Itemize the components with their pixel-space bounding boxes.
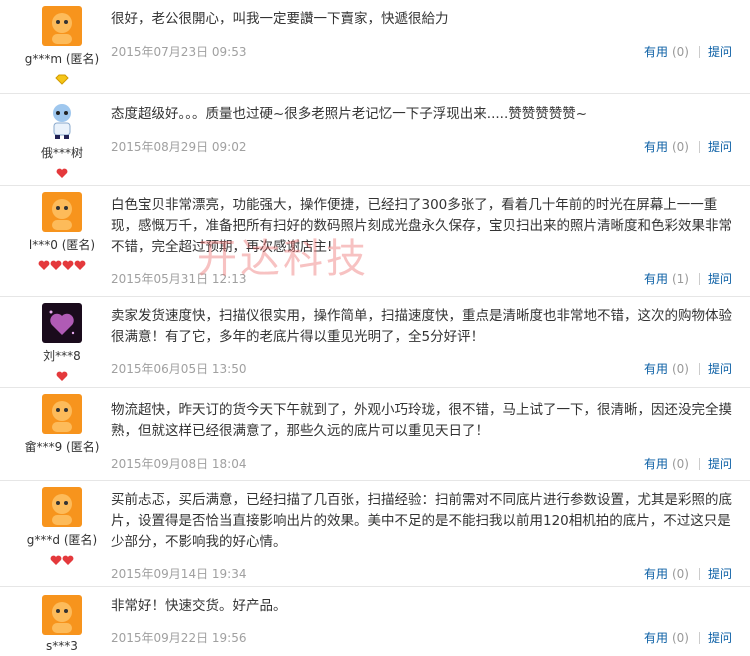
reviewer-info: s***3 (22, 595, 102, 653)
avatar[interactable] (42, 394, 82, 434)
reviewer-info: 俄***树 (22, 100, 102, 178)
buyer-level-badge (22, 551, 102, 565)
useful-button[interactable]: 有用 (1) (644, 272, 689, 286)
ask-question-link[interactable]: 提问 (708, 631, 732, 645)
heart-icon (62, 555, 74, 565)
reviewer-info: 畲***9 (匿名) (22, 394, 102, 455)
avatar[interactable] (42, 192, 82, 232)
review-actions: 有用 (0) 提问 (644, 629, 732, 646)
username[interactable]: 刘***8 (22, 347, 102, 364)
useful-button[interactable]: 有用 (0) (644, 140, 689, 154)
heart-icon (56, 371, 68, 381)
review-actions: 有用 (0) 提问 (644, 43, 732, 60)
useful-button[interactable]: 有用 (0) (644, 457, 689, 471)
useful-count: (1) (671, 272, 689, 286)
useful-count: (0) (671, 567, 689, 581)
review-actions: 有用 (0) 提问 (644, 455, 732, 472)
watermark: 开达科技 (197, 236, 369, 282)
ask-question-link[interactable]: 提问 (708, 45, 732, 59)
review-text: 买前忐忑，买后满意，已经扫描了几百张，扫描经验：扫前需对不同底片进行参数设置，尤… (111, 492, 732, 550)
review-item: s***3 非常好！快速交货。好产品。 2015年09月22日 19:56 有用… (0, 586, 750, 656)
heart-icon (38, 260, 50, 270)
buyer-level-badge (22, 367, 102, 381)
ask-question-link[interactable]: 提问 (708, 457, 732, 471)
useful-count: (0) (671, 140, 689, 154)
review-item: g***m (匿名) 很好，老公很開心，叫我一定要讚一下賣家，快遞很給力 201… (0, 0, 750, 92)
heart-icon (50, 260, 62, 270)
review-date: 2015年08月29日 09:02 (111, 140, 247, 154)
username[interactable]: g***m (匿名) (22, 50, 102, 67)
avatar[interactable] (42, 100, 82, 140)
review-item: 畲***9 (匿名) 物流超快，昨天订的货今天下午就到了，外观小巧玲珑，很不错，… (0, 387, 750, 480)
useful-count: (0) (671, 631, 689, 645)
ask-question-link[interactable]: 提问 (708, 272, 732, 286)
review-actions: 有用 (0) 提问 (644, 138, 732, 155)
diamond-icon (55, 74, 69, 85)
avatar[interactable] (42, 487, 82, 527)
heart-icon (62, 260, 74, 270)
avatar[interactable] (42, 6, 82, 46)
useful-button[interactable]: 有用 (0) (644, 362, 689, 376)
review-actions: 有用 (0) 提问 (644, 360, 732, 377)
username[interactable]: l***0 (匿名) (22, 236, 102, 253)
reviewer-info: g***d (匿名) (22, 487, 102, 565)
useful-count: (0) (671, 362, 689, 376)
reviewer-info: 刘***8 (22, 303, 102, 381)
username[interactable]: 畲***9 (匿名) (22, 438, 102, 455)
buyer-level-badge (22, 70, 102, 85)
review-item: 刘***8 卖家发货速度快，扫描仪很实用，操作简单，扫描速度快，重点是清晰度也非… (0, 296, 750, 387)
ask-question-link[interactable]: 提问 (708, 567, 732, 581)
review-actions: 有用 (0) 提问 (644, 565, 732, 582)
buyer-level-badge (22, 256, 102, 270)
username[interactable]: 俄***树 (22, 144, 102, 161)
review-date: 2015年06月05日 13:50 (111, 362, 247, 376)
review-item: g***d (匿名) 买前忐忑，买后满意，已经扫描了几百张，扫描经验：扫前需对不… (0, 480, 750, 586)
username[interactable]: g***d (匿名) (22, 531, 102, 548)
avatar[interactable] (42, 303, 82, 343)
review-text: 非常好！快速交货。好产品。 (111, 598, 287, 614)
username[interactable]: s***3 (22, 639, 102, 653)
review-text: 卖家发货速度快，扫描仪很实用，操作简单，扫描速度快，重点是清晰度也非常地不错，这… (111, 308, 732, 345)
buyer-level-badge (22, 164, 102, 178)
useful-count: (0) (671, 45, 689, 59)
heart-icon (74, 260, 86, 270)
review-date: 2015年09月08日 18:04 (111, 457, 247, 471)
useful-button[interactable]: 有用 (0) (644, 45, 689, 59)
reviewer-info: l***0 (匿名) (22, 192, 102, 270)
review-date: 2015年09月14日 19:34 (111, 567, 247, 581)
review-text: 物流超快，昨天订的货今天下午就到了，外观小巧玲珑，很不错，马上试了一下，很清晰，… (111, 402, 732, 439)
avatar[interactable] (42, 595, 82, 635)
useful-button[interactable]: 有用 (0) (644, 631, 689, 645)
review-date: 2015年09月22日 19:56 (111, 631, 247, 645)
reviewer-info: g***m (匿名) (22, 6, 102, 85)
heart-icon (56, 168, 68, 178)
review-actions: 有用 (1) 提问 (644, 270, 732, 287)
ask-question-link[interactable]: 提问 (708, 140, 732, 154)
heart-icon (50, 555, 62, 565)
review-text: 态度超级好。。。质量也过硬~很多老照片老记忆一下子浮现出来.....赞赞赞赞赞~ (111, 106, 588, 122)
review-item: 俄***树 态度超级好。。。质量也过硬~很多老照片老记忆一下子浮现出来.....… (0, 93, 750, 185)
ask-question-link[interactable]: 提问 (708, 362, 732, 376)
review-text: 很好，老公很開心，叫我一定要讚一下賣家，快遞很給力 (111, 11, 449, 27)
review-date: 2015年07月23日 09:53 (111, 45, 247, 59)
useful-button[interactable]: 有用 (0) (644, 567, 689, 581)
useful-count: (0) (671, 457, 689, 471)
review-item: l***0 (匿名) 白色宝贝非常漂亮，功能强大，操作便捷，已经扫了300多张了… (0, 185, 750, 296)
